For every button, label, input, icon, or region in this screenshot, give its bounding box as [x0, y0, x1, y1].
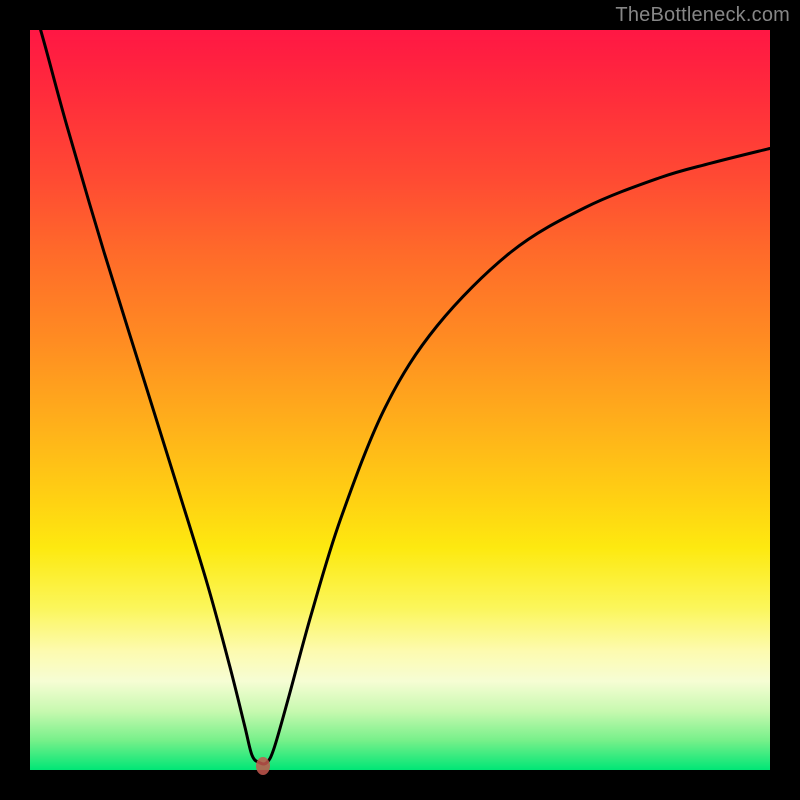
bottleneck-curve	[30, 30, 770, 770]
chart-frame: TheBottleneck.com	[0, 0, 800, 800]
watermark-text: TheBottleneck.com	[615, 4, 790, 27]
minimum-marker	[256, 757, 270, 775]
plot-area	[30, 30, 770, 770]
